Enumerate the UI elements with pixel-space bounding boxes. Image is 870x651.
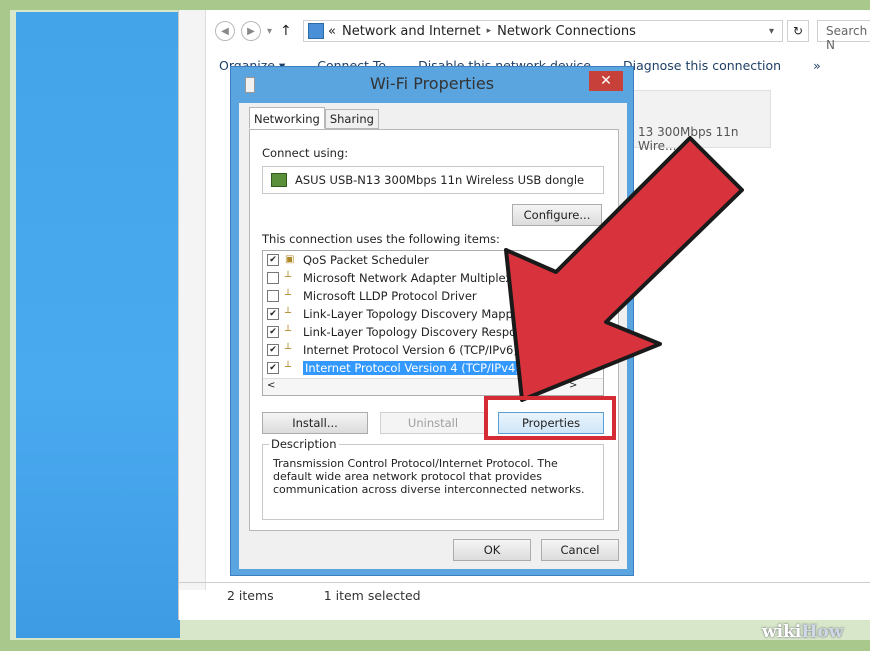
list-item-label: Internet Protocol Version 6 (TCP/IPv6) [303, 343, 518, 357]
address-bar[interactable]: « Network and Internet ▸ Network Connect… [303, 20, 783, 42]
dialog-title: Wi-Fi Properties [369, 74, 495, 93]
scroll-left-icon[interactable]: < [267, 380, 275, 391]
protocol-icon: ┴ [285, 362, 292, 373]
protocol-icon: ┴ [285, 326, 292, 337]
back-icon[interactable]: ◀ [215, 21, 235, 41]
install-button[interactable]: Install... [262, 412, 368, 434]
list-item-label: Microsoft LLDP Protocol Driver [303, 289, 477, 303]
breadcrumb-network-and-internet[interactable]: Network and Internet [342, 24, 481, 39]
checkbox[interactable]: ✔ [267, 254, 279, 266]
scheduler-icon: ▣ [285, 254, 295, 265]
wikihow-watermark: wikiHow [762, 622, 843, 642]
diagnose-connection-button[interactable]: Diagnose this connection [623, 58, 781, 73]
description-group: Description Transmission Control Protoco… [262, 437, 604, 520]
properties-highlight-box [484, 396, 616, 440]
forward-icon[interactable]: ▶ [241, 21, 261, 41]
network-adapter-icon [271, 173, 287, 187]
checkbox[interactable]: ✔ [267, 344, 279, 356]
item-count: 2 items [227, 587, 274, 603]
protocol-icon: ┴ [285, 272, 292, 283]
ok-button[interactable]: OK [453, 539, 531, 561]
connect-using-label: Connect using: [262, 146, 349, 160]
checkbox[interactable] [267, 272, 279, 284]
desktop-background [16, 12, 180, 638]
tab-strip: Networking Sharing [249, 107, 379, 129]
checkbox[interactable]: ✔ [267, 362, 279, 374]
breadcrumb-network-connections[interactable]: Network Connections [497, 24, 636, 39]
tab-networking[interactable]: Networking [249, 107, 325, 129]
cancel-button[interactable]: Cancel [541, 539, 619, 561]
items-label: This connection uses the following items… [262, 232, 500, 246]
recent-dropdown-icon[interactable]: ▾ [267, 26, 272, 37]
watermark-how: How [801, 622, 844, 642]
search-input[interactable]: Search N [817, 20, 870, 52]
protocol-icon: ┴ [285, 308, 292, 319]
selection-count: 1 item selected [323, 587, 421, 603]
red-arrow-icon [504, 136, 744, 402]
navigation-pane [179, 10, 206, 590]
description-label: Description [269, 437, 339, 451]
nav-buttons: ◀ ▶ ▾ ↑ [215, 20, 292, 42]
protocol-icon: ┴ [285, 344, 292, 355]
address-dropdown-icon[interactable]: ▾ [769, 26, 774, 37]
control-panel-icon [308, 23, 324, 39]
checkbox[interactable]: ✔ [267, 308, 279, 320]
uninstall-button: Uninstall [380, 412, 486, 434]
tab-sharing[interactable]: Sharing [324, 109, 379, 129]
description-text: Transmission Control Protocol/Internet P… [273, 457, 585, 496]
breadcrumb-separator-icon: ▸ [486, 26, 492, 36]
refresh-icon[interactable]: ↻ [787, 20, 809, 42]
watermark-wiki: wiki [762, 622, 802, 642]
breadcrumb-overflow[interactable]: « [328, 24, 336, 39]
status-bar: 2 items 1 item selected [179, 582, 870, 607]
checkbox[interactable]: ✔ [267, 326, 279, 338]
protocol-icon: ┴ [285, 290, 292, 301]
up-arrow-icon[interactable]: ↑ [280, 23, 292, 39]
close-button[interactable]: ✕ [589, 71, 623, 91]
more-commands-icon[interactable]: » [813, 58, 821, 73]
checkbox[interactable] [267, 290, 279, 302]
list-item-label: QoS Packet Scheduler [303, 253, 429, 267]
